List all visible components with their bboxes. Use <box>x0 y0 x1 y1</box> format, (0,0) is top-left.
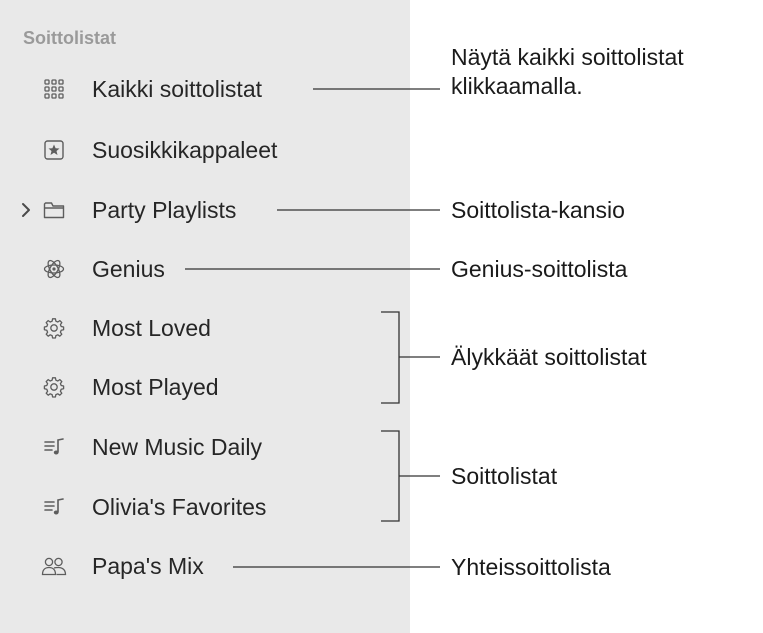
sidebar-item-genius[interactable]: Genius <box>0 249 410 289</box>
callout-collaborative: Yhteissoittolista <box>451 554 611 580</box>
folder-icon <box>43 199 65 221</box>
sidebar-item-label: Suosikkikappaleet <box>92 137 278 163</box>
people-icon <box>41 555 67 577</box>
sidebar-item-label: Party Playlists <box>92 197 237 223</box>
sidebar-item-party-playlists[interactable]: Party Playlists <box>0 190 410 230</box>
sidebar-item-olivias-favorites[interactable]: Olivia's Favorites <box>0 487 410 527</box>
grid-icon <box>43 78 65 100</box>
callout-folder: Soittolista-kansio <box>451 197 625 223</box>
callout-genius: Genius-soittolista <box>451 256 628 282</box>
playlist-icon <box>43 436 65 458</box>
callout-smart-playlists: Älykkäät soittolistat <box>451 344 647 370</box>
sidebar-item-favorite-songs[interactable]: Suosikkikappaleet <box>0 130 410 170</box>
star-box-icon <box>43 139 65 161</box>
sidebar-item-label: New Music Daily <box>92 434 262 460</box>
playlist-icon <box>43 496 65 518</box>
sidebar-item-most-loved[interactable]: Most Loved <box>0 308 410 348</box>
callout-all-playlists-line2: klikkaamalla. <box>451 73 583 99</box>
sidebar-item-most-played[interactable]: Most Played <box>0 367 410 407</box>
sidebar-item-label: Olivia's Favorites <box>92 494 267 520</box>
sidebar-item-new-music-daily[interactable]: New Music Daily <box>0 427 410 467</box>
sidebar: Soittolistat Kaikki soittolistat Suosikk… <box>0 0 410 633</box>
sidebar-item-all-playlists[interactable]: Kaikki soittolistat <box>0 69 410 109</box>
callout-playlists: Soittolistat <box>451 463 558 489</box>
chevron-right-icon[interactable] <box>19 202 33 218</box>
sidebar-item-label: Genius <box>92 256 165 282</box>
sidebar-item-label: Kaikki soittolistat <box>92 76 263 102</box>
callout-all-playlists: Näytä kaikki soittolistat klikkaamalla. <box>451 43 684 101</box>
atom-icon <box>43 258 65 280</box>
section-title: Soittolistat <box>23 28 116 48</box>
sidebar-item-label: Most Played <box>92 374 219 400</box>
sidebar-item-label: Most Loved <box>92 315 211 341</box>
sidebar-item-label: Papa's Mix <box>92 553 204 579</box>
gear-icon <box>43 376 65 398</box>
sidebar-item-papas-mix[interactable]: Papa's Mix <box>0 546 410 586</box>
gear-icon <box>43 317 65 339</box>
callout-all-playlists-line1: Näytä kaikki soittolistat <box>451 44 684 70</box>
